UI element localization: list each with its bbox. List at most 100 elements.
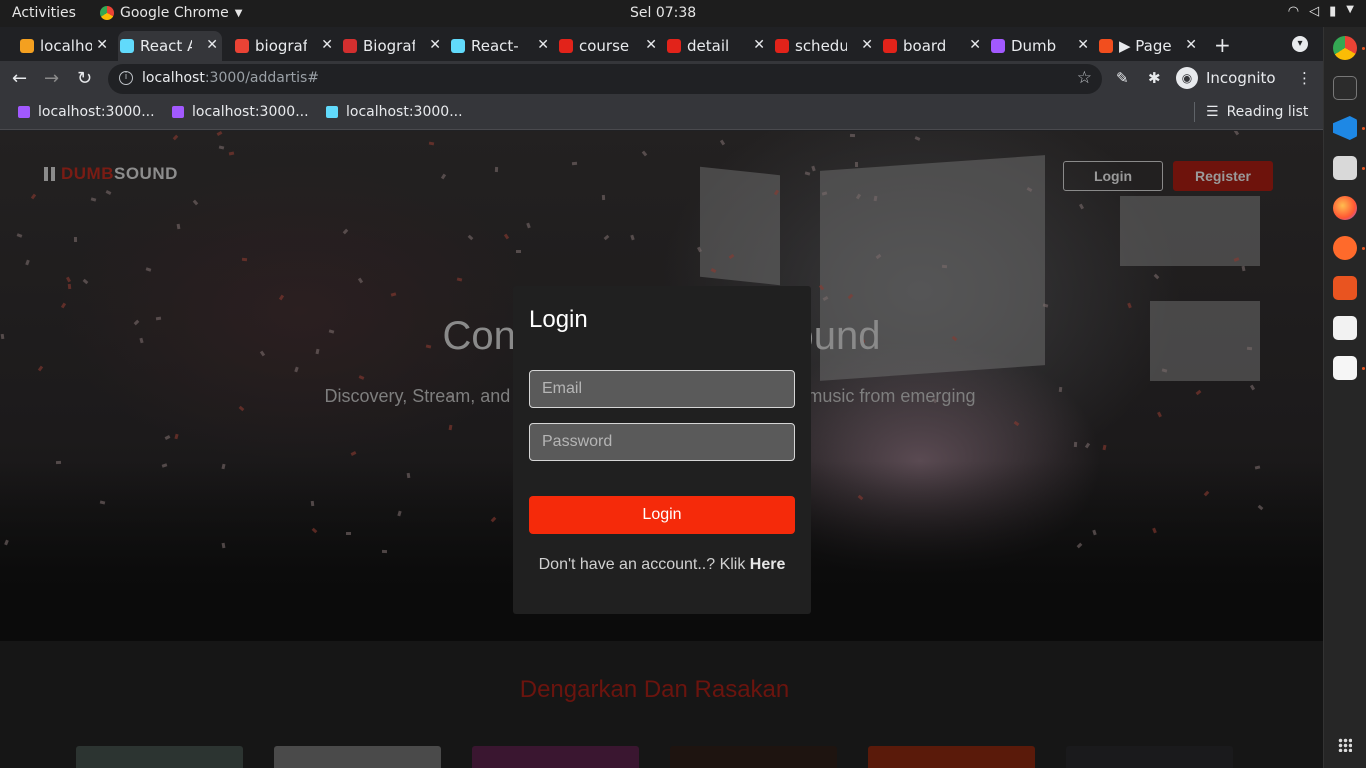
vscode-icon[interactable]	[1333, 116, 1357, 140]
album-card[interactable]	[1066, 746, 1233, 768]
app-menu[interactable]: Google Chrome ▼	[100, 5, 242, 21]
editor-icon[interactable]	[1333, 236, 1357, 260]
confetti-piece	[216, 131, 223, 137]
close-icon[interactable]: ✕	[969, 37, 981, 53]
close-icon[interactable]: ✕	[429, 37, 441, 53]
browser-tab[interactable]: React- ✕	[449, 31, 553, 61]
chrome-icon[interactable]	[1333, 36, 1357, 60]
confetti-piece	[1241, 265, 1246, 272]
close-icon[interactable]: ✕	[96, 37, 108, 53]
firefox-icon[interactable]	[1333, 196, 1357, 220]
software-center-icon[interactable]	[1333, 276, 1357, 300]
clock[interactable]: Sel 07:38	[630, 5, 696, 21]
close-icon[interactable]: ✕	[645, 37, 657, 53]
bookmark-star-icon[interactable]: ☆	[1077, 68, 1092, 88]
tab-favicon-icon	[343, 39, 357, 53]
tab-favicon-icon	[991, 39, 1005, 53]
reading-list-icon: ☰	[1206, 104, 1219, 120]
forward-icon[interactable]: →	[44, 68, 59, 89]
tab-favicon-icon	[1099, 39, 1113, 53]
confetti-piece	[37, 365, 44, 372]
confetti-piece	[503, 233, 510, 240]
confetti-piece	[67, 283, 72, 290]
password-field[interactable]	[529, 423, 795, 461]
confetti-piece	[172, 134, 179, 141]
close-icon[interactable]: ✕	[1185, 37, 1197, 53]
confetti-piece	[1084, 442, 1091, 449]
album-card[interactable]	[472, 746, 639, 768]
running-indicator	[1362, 167, 1365, 170]
reading-list-button[interactable]: ☰ Reading list	[1194, 102, 1308, 122]
browser-tab[interactable]: ▶ Page ✕	[1097, 31, 1201, 61]
system-top-bar: Activities Google Chrome ▼ Sel 07:38 ◠ ◁…	[0, 0, 1366, 27]
incognito-profile[interactable]: ◉ Incognito	[1176, 67, 1276, 89]
browser-tab[interactable]: schedule ✕	[773, 31, 877, 61]
tab-favicon-icon	[20, 39, 34, 53]
email-field[interactable]	[529, 370, 795, 408]
signup-link[interactable]: Here	[750, 556, 786, 573]
confetti-piece	[1233, 131, 1240, 136]
files-icon[interactable]	[1333, 156, 1357, 180]
confetti-piece	[854, 161, 859, 168]
browser-tab[interactable]: localhost✕	[18, 31, 112, 61]
browser-tab[interactable]: React App ✕	[118, 31, 222, 61]
extensions-icon[interactable]: ✱	[1148, 69, 1161, 87]
confetti-piece	[66, 276, 71, 283]
bookmark-favicon-icon	[172, 106, 184, 118]
close-icon[interactable]: ✕	[861, 37, 873, 53]
activities-button[interactable]: Activities	[12, 5, 76, 21]
close-icon[interactable]: ✕	[537, 37, 549, 53]
confetti-piece	[428, 141, 435, 146]
address-bar[interactable]: i localhost:3000/addartis# ☆	[108, 64, 1102, 94]
browser-tab[interactable]: Biografi ✕	[341, 31, 445, 61]
confetti-piece	[294, 366, 299, 373]
close-icon[interactable]: ✕	[753, 37, 765, 53]
close-icon[interactable]: ✕	[1077, 37, 1089, 53]
browser-tab[interactable]: course ✕	[557, 31, 661, 61]
reload-icon[interactable]: ↻	[77, 68, 92, 89]
dumbsound-logo[interactable]: DUMB SOUND	[44, 164, 178, 184]
confetti-piece	[16, 233, 23, 238]
header-login-button[interactable]: Login	[1063, 161, 1163, 191]
confetti-piece	[310, 500, 315, 507]
album-card[interactable]	[274, 746, 441, 768]
confetti-piece	[1157, 411, 1162, 418]
confetti-piece	[174, 433, 179, 440]
confetti-piece	[804, 171, 811, 176]
confetti-piece	[60, 302, 67, 309]
close-icon[interactable]: ✕	[206, 37, 218, 53]
new-tab-button[interactable]: +	[1214, 33, 1231, 57]
back-icon[interactable]: ←	[12, 68, 27, 89]
terminal-icon[interactable]	[1333, 76, 1357, 100]
logo-text-dumb: DUMB	[61, 164, 114, 183]
tab-label: course	[579, 37, 630, 55]
close-icon[interactable]: ✕	[321, 37, 333, 53]
disk-icon[interactable]	[1333, 316, 1357, 340]
tab-label: detail	[687, 37, 730, 55]
bookmark-item[interactable]: localhost:3000...	[326, 104, 463, 120]
browser-tab[interactable]: biografi ✕	[233, 31, 337, 61]
header-register-button[interactable]: Register	[1173, 161, 1273, 191]
confetti-piece	[456, 277, 463, 282]
browser-tab[interactable]: detail ✕	[665, 31, 769, 61]
tab-search-icon[interactable]: ▾	[1292, 36, 1308, 52]
login-submit-button[interactable]: Login	[529, 496, 795, 534]
site-info-icon[interactable]: i	[119, 71, 133, 85]
album-card[interactable]	[76, 746, 243, 768]
browser-tab[interactable]: board ✕	[881, 31, 985, 61]
album-card[interactable]	[670, 746, 837, 768]
browser-window: localhost✕React App✕biografi✕Biografi✕Re…	[0, 27, 1323, 768]
bookmark-item[interactable]: localhost:3000...	[172, 104, 309, 120]
text-editor-icon[interactable]	[1333, 356, 1357, 380]
album-card[interactable]	[868, 746, 1035, 768]
show-apps-icon[interactable]	[1338, 738, 1352, 752]
system-tray[interactable]: ◠ ◁ ▮ ▼	[1288, 4, 1354, 19]
pen-icon[interactable]: ✎	[1116, 69, 1129, 87]
page-viewport: DUMB SOUND Login Register Connect on Dum…	[0, 131, 1323, 768]
confetti-piece	[278, 294, 285, 301]
menu-kebab-icon[interactable]: ⋮	[1297, 69, 1312, 87]
browser-tab[interactable]: Dumb ✕	[989, 31, 1093, 61]
bookmark-item[interactable]: localhost:3000...	[18, 104, 155, 120]
confetti-piece	[73, 236, 78, 243]
url-text[interactable]: localhost:3000/addartis#	[142, 70, 319, 86]
